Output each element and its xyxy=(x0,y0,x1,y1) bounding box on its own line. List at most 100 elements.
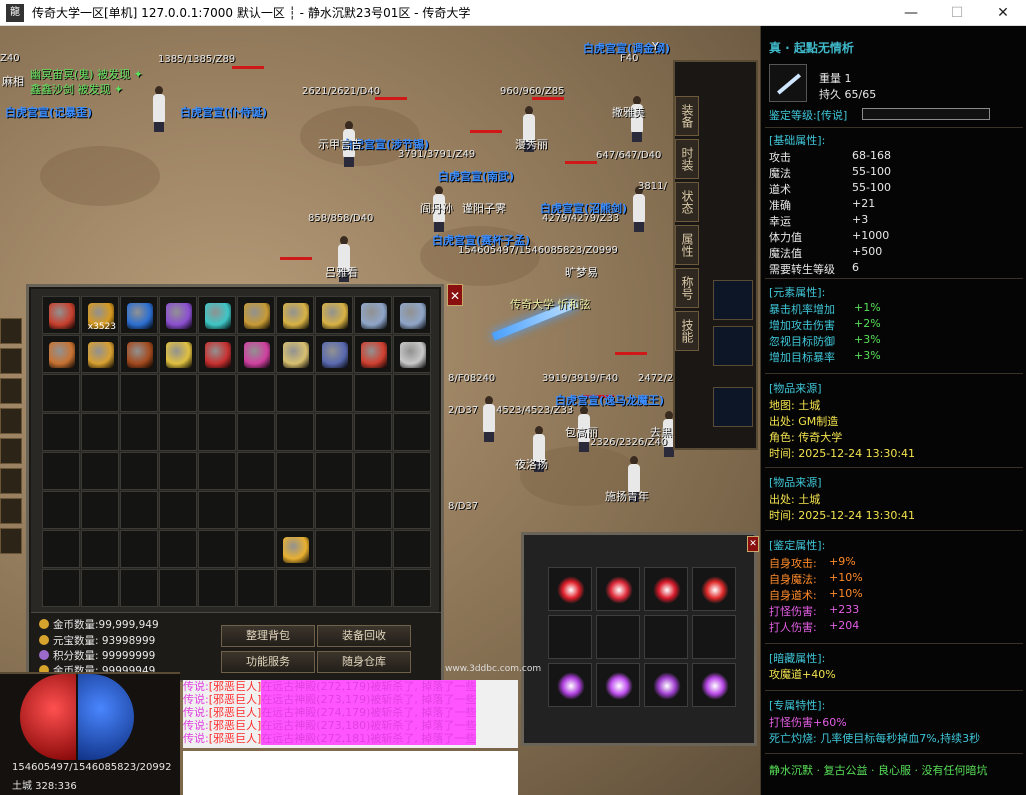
purple-orb-gem[interactable] xyxy=(648,667,686,705)
sword-item[interactable] xyxy=(361,342,387,368)
weapon-item-2[interactable] xyxy=(88,342,114,368)
blade-item[interactable] xyxy=(205,342,231,368)
armor-item[interactable] xyxy=(322,342,348,368)
inventory-slot[interactable] xyxy=(354,413,392,451)
inventory-slot[interactable] xyxy=(276,296,314,334)
tab-fashion[interactable]: 时装 xyxy=(675,139,699,179)
red-hex-gem[interactable] xyxy=(696,571,734,609)
inventory-slot[interactable] xyxy=(315,491,353,529)
inventory-slot[interactable] xyxy=(42,491,80,529)
recycle-equipment-button[interactable]: 装备回收 xyxy=(317,625,411,647)
buff-icon[interactable] xyxy=(0,378,22,404)
inventory-slot[interactable] xyxy=(198,374,236,412)
inventory-slot[interactable] xyxy=(315,452,353,490)
inventory-slot[interactable] xyxy=(237,374,275,412)
weapon-item-3[interactable] xyxy=(127,342,153,368)
inventory-slot[interactable] xyxy=(42,335,80,373)
gem-slot[interactable] xyxy=(692,567,736,611)
inventory-slot[interactable] xyxy=(120,530,158,568)
rainbow-gem-item[interactable] xyxy=(166,303,192,329)
bag-close-button[interactable]: ✕ xyxy=(447,284,463,306)
gold-ring-item[interactable] xyxy=(283,303,309,329)
inventory-slot[interactable] xyxy=(393,569,431,607)
staff-item[interactable] xyxy=(283,342,309,368)
gem-slot[interactable] xyxy=(548,615,592,659)
silver-ring-item-2[interactable] xyxy=(400,303,426,329)
inventory-slot[interactable] xyxy=(315,530,353,568)
bracelet-item[interactable] xyxy=(205,303,231,329)
inventory-slot[interactable] xyxy=(159,374,197,412)
buff-icon[interactable] xyxy=(0,438,22,464)
buff-icon[interactable] xyxy=(0,498,22,524)
inventory-slot[interactable] xyxy=(42,413,80,451)
tab-titles[interactable]: 称号 xyxy=(675,268,699,308)
inventory-slot[interactable] xyxy=(159,335,197,373)
buff-icon[interactable] xyxy=(0,408,22,434)
inventory-slot[interactable] xyxy=(276,569,314,607)
inventory-slot[interactable] xyxy=(120,374,158,412)
equip-slot[interactable] xyxy=(713,326,753,366)
gold-ring-item-2[interactable] xyxy=(322,303,348,329)
tab-attributes[interactable]: 属性 xyxy=(675,225,699,265)
red-orb-gem[interactable] xyxy=(648,571,686,609)
chat-input[interactable] xyxy=(183,751,518,795)
gem-slot[interactable] xyxy=(596,567,640,611)
red-burst-gem[interactable] xyxy=(600,571,638,609)
inventory-slot[interactable] xyxy=(81,335,119,373)
inventory-slot[interactable]: x3523 xyxy=(81,296,119,334)
helmet-item[interactable] xyxy=(244,303,270,329)
close-window-button[interactable]: ✕ xyxy=(980,0,1026,26)
inventory-slot[interactable] xyxy=(198,530,236,568)
inventory-slot[interactable] xyxy=(354,452,392,490)
inventory-slot[interactable] xyxy=(159,452,197,490)
minimize-button[interactable]: — xyxy=(888,0,934,26)
gem-slot[interactable] xyxy=(596,663,640,707)
special-box-item[interactable] xyxy=(283,537,309,563)
inventory-slot[interactable] xyxy=(315,296,353,334)
inventory-slot[interactable] xyxy=(198,296,236,334)
tab-equipment[interactable]: 装备 xyxy=(675,96,699,136)
inventory-slot[interactable] xyxy=(354,374,392,412)
inventory-slot[interactable] xyxy=(276,491,314,529)
gem-slot[interactable] xyxy=(644,663,688,707)
inventory-slot[interactable] xyxy=(81,452,119,490)
red-star-gem[interactable] xyxy=(552,571,590,609)
equip-slot[interactable] xyxy=(713,280,753,320)
player-actor[interactable] xyxy=(480,396,498,442)
inventory-slot[interactable] xyxy=(198,335,236,373)
gem-panel-close-button[interactable]: ✕ xyxy=(747,536,759,552)
inventory-slot[interactable] xyxy=(42,530,80,568)
inventory-slot[interactable] xyxy=(393,530,431,568)
inventory-slot[interactable] xyxy=(393,452,431,490)
wing-item[interactable] xyxy=(244,342,270,368)
inventory-slot[interactable] xyxy=(276,374,314,412)
blue-crystal-item[interactable] xyxy=(127,303,153,329)
inventory-slot[interactable] xyxy=(159,296,197,334)
inventory-slot[interactable] xyxy=(198,452,236,490)
function-service-button[interactable]: 功能服务 xyxy=(221,651,315,673)
inventory-slot[interactable] xyxy=(276,530,314,568)
buff-icon[interactable] xyxy=(0,528,22,554)
buff-icon[interactable] xyxy=(0,468,22,494)
inventory-slot[interactable] xyxy=(237,491,275,529)
inventory-slot[interactable] xyxy=(81,530,119,568)
gem-slot[interactable] xyxy=(548,567,592,611)
maximize-button[interactable]: ☐ xyxy=(934,0,980,26)
inventory-slot[interactable] xyxy=(237,296,275,334)
tab-skills[interactable]: 技能 xyxy=(675,311,699,351)
inventory-slot[interactable] xyxy=(393,491,431,529)
inventory-slot[interactable] xyxy=(81,413,119,451)
inventory-slot[interactable] xyxy=(120,569,158,607)
inventory-slot[interactable] xyxy=(354,569,392,607)
inventory-slot[interactable] xyxy=(42,452,80,490)
inventory-slot[interactable] xyxy=(159,491,197,529)
inventory-slot[interactable] xyxy=(120,491,158,529)
inventory-slot[interactable] xyxy=(159,413,197,451)
weapon-item-4[interactable] xyxy=(166,342,192,368)
player-actor[interactable] xyxy=(150,86,168,132)
inventory-slot[interactable] xyxy=(81,374,119,412)
inventory-slot[interactable] xyxy=(42,374,80,412)
buff-icon[interactable] xyxy=(0,348,22,374)
tab-status[interactable]: 状态 xyxy=(675,182,699,222)
portable-warehouse-button[interactable]: 随身仓库 xyxy=(317,651,411,673)
